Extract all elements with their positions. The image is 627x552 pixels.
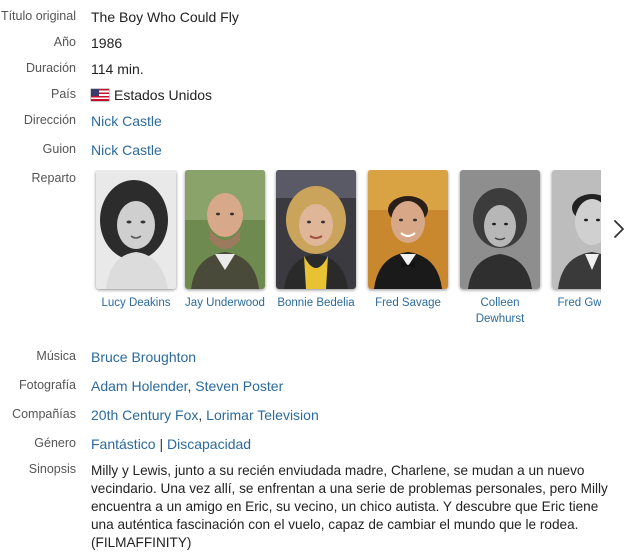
label-duracion: Duración <box>25 61 76 75</box>
country-name: Estados Unidos <box>114 87 213 103</box>
writer-link[interactable]: Nick Castle <box>91 142 162 158</box>
cast-photo[interactable] <box>460 170 540 289</box>
synopsis-text: Milly y Lewis, junto a su recién enviuda… <box>91 463 608 550</box>
cast-name[interactable]: Fred Gwynne <box>547 295 601 311</box>
value-duracion: 114 min. <box>91 61 144 77</box>
us-flag-icon <box>91 89 109 101</box>
value-pais: Estados Unidos <box>91 87 212 103</box>
comma-separator: , <box>198 407 207 423</box>
label-genero: Género <box>34 436 76 450</box>
company-link[interactable]: 20th Century Fox <box>91 407 198 423</box>
cast-member[interactable]: Colleen Dewhurst <box>455 170 545 327</box>
label-musica: Música <box>36 349 76 363</box>
cast-name[interactable]: Colleen Dewhurst <box>455 295 545 327</box>
value-musica: Bruce Broughton <box>91 349 196 365</box>
cast-photo[interactable] <box>276 170 356 289</box>
label-guion: Guion <box>42 142 76 156</box>
value-companias: 20th Century Fox, Lorimar Television <box>91 407 319 423</box>
value-direccion: Nick Castle <box>91 113 162 129</box>
value-titulo: The Boy Who Could Fly <box>91 9 239 25</box>
cast-name[interactable]: Jay Underwood <box>180 295 270 311</box>
genre-link[interactable]: Discapacidad <box>167 436 251 452</box>
cast-photo[interactable] <box>96 170 176 289</box>
genre-link[interactable]: Fantástico <box>91 436 156 452</box>
label-companias: Compañías <box>12 407 76 421</box>
value-genero: Fantástico | Discapacidad <box>91 436 251 452</box>
director-link[interactable]: Nick Castle <box>91 113 162 129</box>
label-fotografia: Fotografía <box>19 378 76 392</box>
label-titulo: Título original <box>0 9 76 23</box>
cast-name[interactable]: Bonnie Bedelia <box>271 295 361 311</box>
cast-member[interactable]: Bonnie Bedelia <box>271 170 361 311</box>
genre-separator: | <box>159 436 164 452</box>
value-fotografia: Adam Holender, Steven Poster <box>91 378 283 394</box>
chevron-right-icon[interactable] <box>612 218 626 240</box>
label-anio: Año <box>53 35 76 49</box>
cast-member[interactable]: Fred Savage <box>363 170 453 311</box>
cast-carousel: Lucy Deakins Jay Underwood Bonnie Bedeli… <box>91 170 601 335</box>
composer-link[interactable]: Bruce Broughton <box>91 349 196 365</box>
company-link[interactable]: Lorimar Television <box>206 407 319 423</box>
cast-name[interactable]: Lucy Deakins <box>91 295 181 311</box>
cast-photo[interactable] <box>368 170 448 289</box>
label-pais: País <box>50 87 76 101</box>
cast-member[interactable]: Jay Underwood <box>180 170 270 311</box>
cast-member[interactable]: Fred Gwynne <box>547 170 601 311</box>
cinematographer-link[interactable]: Adam Holender <box>91 378 188 394</box>
cinematographer-link[interactable]: Steven Poster <box>195 378 283 394</box>
value-guion: Nick Castle <box>91 142 162 158</box>
cast-member[interactable]: Lucy Deakins <box>91 170 181 311</box>
cast-name[interactable]: Fred Savage <box>363 295 453 311</box>
label-sinopsis: Sinopsis <box>28 462 76 476</box>
cast-photo[interactable] <box>552 170 601 289</box>
label-direccion: Dirección <box>23 113 76 127</box>
cast-photo[interactable] <box>185 170 265 289</box>
value-anio: 1986 <box>91 35 123 51</box>
label-reparto: Reparto <box>31 171 76 185</box>
